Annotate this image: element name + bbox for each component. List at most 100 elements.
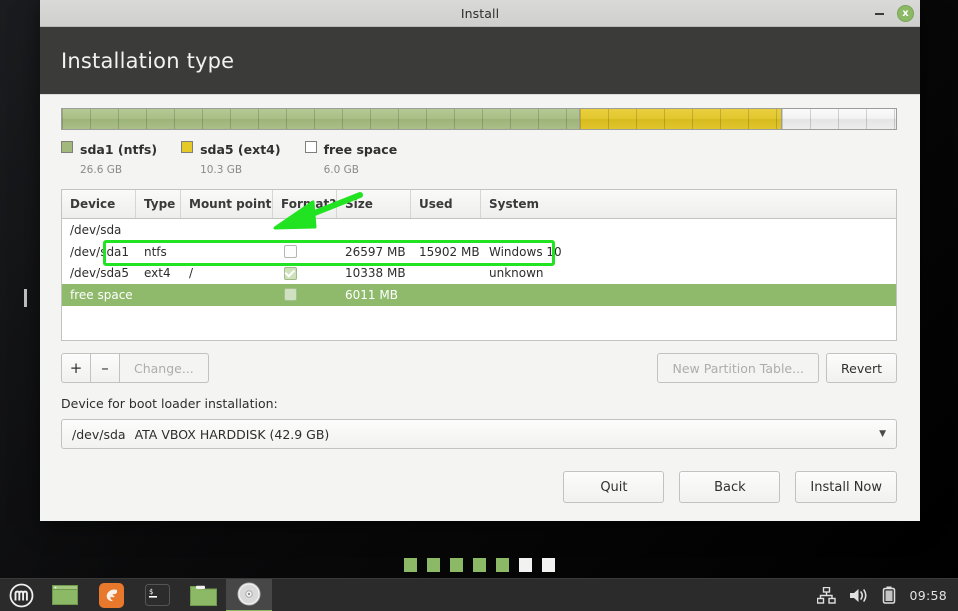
column-header-device[interactable]: Device (62, 190, 136, 218)
cell-type: ntfs (144, 244, 167, 259)
taskbar-item-window-list[interactable] (42, 579, 88, 611)
files-icon (189, 585, 217, 606)
disk-device-label: /dev/sda (70, 223, 122, 237)
mint-menu-button[interactable] (0, 579, 42, 611)
system-tray: 09:58 (817, 586, 958, 604)
cell-format[interactable] (273, 284, 337, 306)
table-row[interactable]: free space 6011 MB (62, 284, 896, 306)
mint-logo-icon (9, 583, 33, 607)
cell-system: Windows 10 (489, 244, 562, 259)
boot-loader-description: ATA VBOX HARDDISK (42.9 GB) (134, 426, 330, 442)
progress-dot[interactable] (541, 558, 555, 572)
progress-dot[interactable] (518, 558, 532, 572)
partition-table[interactable]: Device Type Mount point Format? Size Use… (61, 189, 897, 341)
cell-format[interactable] (273, 241, 337, 263)
format-checkbox[interactable] (284, 288, 297, 302)
install-now-button[interactable]: Install Now (795, 471, 897, 503)
battery-icon[interactable] (882, 586, 896, 604)
partition-usage-bar (61, 108, 897, 130)
table-row-disk[interactable]: /dev/sda (62, 219, 896, 241)
window-title: Install (460, 5, 500, 21)
cell-size: 6011 MB (345, 287, 398, 302)
legend-size: 10.3 GB (200, 164, 243, 176)
column-header-type[interactable]: Type (136, 190, 181, 218)
cell-type: ext4 (144, 266, 171, 281)
legend-item-sda5: sda5 (ext4) 10.3 GB (181, 139, 281, 177)
cell-device: free space (70, 287, 133, 302)
svg-text:$: $ (149, 588, 153, 596)
taskbar: $ 09:58 (0, 578, 958, 611)
chevron-down-icon[interactable]: ▼ (879, 429, 886, 439)
legend-size: 6.0 GB (323, 164, 359, 176)
partition-segment-free (780, 109, 896, 129)
cell-size: 26597 MB (345, 244, 406, 259)
back-button[interactable]: Back (679, 471, 781, 503)
table-row[interactable]: /dev/sda1 ntfs 26597 MB 15902 MB Windows… (62, 241, 896, 263)
minimize-icon[interactable] (871, 6, 887, 22)
cell-system: unknown (489, 266, 544, 281)
progress-dot[interactable] (426, 558, 440, 572)
cell-mount-point: / (189, 266, 194, 281)
install-window: Install x Installation type sda1 (ntfs) … (40, 0, 920, 521)
column-header-used[interactable]: Used (411, 190, 481, 218)
progress-dot[interactable] (495, 558, 509, 572)
progress-dot[interactable] (449, 558, 463, 572)
cell-size: 10338 MB (345, 266, 406, 281)
legend-label: sda1 (ntfs) (80, 142, 158, 157)
taskbar-item-terminal[interactable]: $ (134, 579, 180, 611)
progress-dot[interactable] (403, 558, 417, 572)
page-header: Installation type (40, 27, 920, 94)
footer-actions: Quit Back Install Now (61, 471, 897, 503)
partition-actions-toolbar: + – Change... New Partition Table... Rev… (61, 353, 897, 383)
taskbar-item-firefox[interactable] (88, 579, 134, 611)
format-checkbox[interactable] (284, 245, 297, 259)
add-partition-button[interactable]: + (61, 353, 91, 383)
cell-format[interactable] (273, 263, 337, 285)
taskbar-item-install-media[interactable] (226, 578, 272, 611)
table-row[interactable]: /dev/sda5 ext4 / 10338 MB unknown (62, 263, 896, 285)
volume-icon[interactable] (849, 587, 869, 604)
cell-used (411, 284, 481, 306)
column-header-size[interactable]: Size (337, 190, 411, 218)
legend-swatch-icon (304, 141, 317, 153)
column-header-mount-point[interactable]: Mount point (181, 190, 273, 218)
format-checkbox[interactable] (284, 266, 297, 280)
new-partition-table-button: New Partition Table... (657, 353, 820, 383)
legend-item-sda1: sda1 (ntfs) 26.6 GB (61, 139, 157, 177)
desktop-artifact (24, 289, 27, 307)
boot-loader-label: Device for boot loader installation: (61, 396, 278, 411)
progress-dot[interactable] (472, 558, 486, 572)
close-icon[interactable]: x (897, 5, 914, 22)
legend-swatch-icon (61, 141, 73, 153)
legend-swatch-icon (181, 141, 194, 153)
cell-system (481, 284, 896, 306)
taskbar-item-files[interactable] (180, 579, 226, 611)
cell-device: /dev/sda1 (70, 244, 130, 259)
cell-type (136, 284, 181, 306)
legend-label: free space (323, 142, 398, 157)
legend-item-free-space: free space 6.0 GB (304, 139, 398, 177)
window-titlebar: Install x (40, 0, 920, 27)
column-header-format[interactable]: Format? (273, 190, 337, 218)
cell-used: 15902 MB (419, 244, 480, 259)
partition-segment-sda5 (579, 109, 781, 129)
cell-device: /dev/sda5 (70, 266, 130, 281)
partition-segment-sda1 (62, 109, 580, 129)
network-icon[interactable] (817, 586, 837, 604)
column-header-system[interactable]: System (481, 190, 896, 218)
clock[interactable]: 09:58 (909, 588, 947, 603)
installer-content: sda1 (ntfs) 26.6 GB sda5 (ext4) 10.3 GB … (40, 94, 920, 521)
revert-button[interactable]: Revert (826, 353, 897, 383)
quit-button[interactable]: Quit (563, 471, 665, 503)
remove-partition-button[interactable]: – (90, 353, 120, 383)
legend-label: sda5 (ext4) (200, 142, 281, 157)
boot-loader-device: /dev/sda (72, 426, 126, 442)
install-media-icon (237, 582, 261, 606)
partition-legend: sda1 (ntfs) 26.6 GB sda5 (ext4) 10.3 GB … (61, 139, 899, 177)
table-header-row: Device Type Mount point Format? Size Use… (62, 190, 896, 219)
firefox-icon (98, 582, 124, 608)
slideshow-progress-dots (0, 558, 958, 572)
cell-mount-point (181, 284, 273, 306)
boot-loader-select[interactable]: /dev/sda ATA VBOX HARDDISK (42.9 GB) ▼ (61, 419, 897, 449)
change-partition-button: Change... (119, 353, 209, 383)
